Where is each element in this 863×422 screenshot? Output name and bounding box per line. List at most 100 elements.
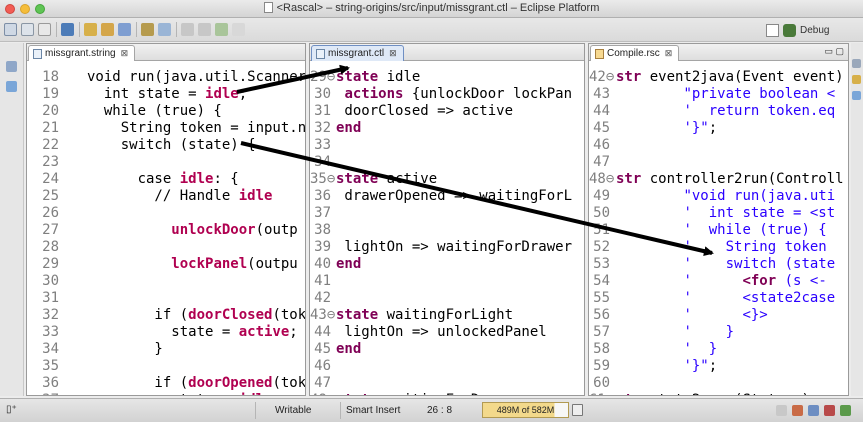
code-line[interactable]: 45 end	[310, 341, 361, 358]
code-line[interactable]: 60	[589, 375, 616, 392]
code-line[interactable]: 24 case idle: {	[27, 171, 239, 188]
code-line[interactable]: 20 while (true) {	[27, 103, 222, 120]
progress-icon[interactable]	[840, 405, 851, 416]
new-project-icon[interactable]	[61, 23, 74, 36]
code-line[interactable]: 44 lightOn => unlockedPanel	[310, 324, 547, 341]
code-line[interactable]: 46	[310, 358, 336, 375]
previous-annotation-icon[interactable]	[198, 23, 211, 36]
editor-compile-rsc[interactable]: Compile.rsc ⊠ ▭ ▢ 42⊖ str event2java(Even…	[588, 43, 849, 396]
save-icon[interactable]	[21, 23, 34, 36]
view-icon[interactable]	[852, 59, 861, 68]
code-line[interactable]: 21 String token = input.n	[27, 120, 305, 137]
rascal-view-icon[interactable]	[852, 75, 861, 84]
code-line[interactable]: 32 end	[310, 120, 361, 137]
code-line[interactable]: 54 ' <for (s <-	[589, 273, 827, 290]
code-line[interactable]: 55 ' <state2case	[589, 290, 835, 307]
code-line[interactable]: 36 if (doorOpened(tok	[27, 375, 305, 392]
mark-occurrences-icon[interactable]	[158, 23, 171, 36]
close-tab-icon[interactable]: ⊠	[121, 48, 129, 59]
code-line[interactable]: 40 end	[310, 256, 361, 273]
close-tab-icon[interactable]: ⊠	[665, 48, 673, 59]
forward-icon[interactable]	[232, 23, 245, 36]
code-line[interactable]: 30	[27, 273, 87, 290]
code-line[interactable]: 31	[27, 290, 87, 307]
new-icon[interactable]	[4, 23, 17, 36]
garbage-collect-icon[interactable]	[572, 404, 583, 416]
tab-missgrant-ctl[interactable]: missgrant.ctl ⊠	[311, 45, 404, 61]
tab-missgrant-string[interactable]: missgrant.string ⊠	[28, 45, 136, 61]
code-area[interactable]: 42⊖ str event2java(Event event) 43 "privat…	[589, 62, 848, 395]
code-line[interactable]: 18 void run(java.util.Scanner	[27, 69, 305, 86]
code-line[interactable]: 30 actions {unlockDoor lockPan	[310, 86, 572, 103]
code-line[interactable]: 52 ' String token	[589, 239, 827, 256]
code-line[interactable]: 23	[27, 154, 87, 171]
code-line[interactable]: 47	[589, 154, 616, 171]
editor-missgrant-ctl[interactable]: missgrant.ctl ⊠ 29⊖state idle 30 actions …	[309, 43, 585, 396]
code-line[interactable]: 37	[310, 205, 336, 222]
outline-icon[interactable]	[6, 81, 17, 92]
close-tab-icon[interactable]: ⊠	[389, 48, 397, 59]
code-line[interactable]: 41	[310, 273, 336, 290]
code-line[interactable]: 48⊖ str controller2run(Controll	[589, 171, 844, 188]
error-log-icon[interactable]	[824, 405, 835, 416]
code-line[interactable]: 26	[27, 205, 87, 222]
fast-view-icon[interactable]: ▯⁺	[6, 404, 17, 415]
problems-icon[interactable]	[776, 405, 787, 416]
tab-compile-rsc[interactable]: Compile.rsc ⊠	[590, 45, 680, 61]
task-list-icon[interactable]	[852, 91, 861, 100]
code-line[interactable]: 42	[310, 290, 336, 307]
code-line[interactable]: 25 // Handle idle	[27, 188, 272, 205]
code-area[interactable]: 18 void run(java.util.Scanner 19 int state…	[27, 62, 305, 395]
code-line[interactable]: 58 ' }	[589, 341, 717, 358]
code-line[interactable]: 50 ' int state = <st	[589, 205, 835, 222]
code-line[interactable]: 44 ' return token.eq	[589, 103, 835, 120]
code-line[interactable]: 19 int state = idle;	[27, 86, 247, 103]
code-line[interactable]: 32 if (doorClosed(tok	[27, 307, 305, 324]
next-annotation-icon[interactable]	[181, 23, 194, 36]
minimize-maximize-icon[interactable]: ▭ ▢	[824, 46, 844, 57]
open-type-icon[interactable]	[101, 23, 114, 36]
code-line[interactable]: 28	[27, 239, 87, 256]
print-icon[interactable]	[38, 23, 51, 36]
code-line[interactable]: 35	[27, 358, 87, 375]
code-line[interactable]: 34	[310, 154, 336, 171]
code-area[interactable]: 29⊖state idle 30 actions {unlockDoor lock…	[310, 62, 584, 395]
perspective-switcher[interactable]: Debug	[766, 21, 829, 39]
code-line[interactable]: 59 '}";	[589, 358, 717, 375]
package-explorer-icon[interactable]	[6, 61, 17, 72]
code-line[interactable]: 53 ' switch (state	[589, 256, 835, 273]
code-line[interactable]: 45 '}";	[589, 120, 717, 137]
code-line[interactable]: 33 state = active;	[27, 324, 298, 341]
pencil-icon[interactable]	[118, 23, 131, 36]
code-line[interactable]: 57 ' }	[589, 324, 734, 341]
code-line[interactable]: 33	[310, 137, 336, 154]
code-line[interactable]: 47	[310, 375, 336, 392]
code-line[interactable]: 48⊖state waitingForDrawer	[310, 392, 521, 395]
code-line[interactable]: 27 unlockDoor(outp	[27, 222, 298, 239]
code-line[interactable]: 31 doorClosed => active	[310, 103, 513, 120]
code-line[interactable]: 35⊖state active	[310, 171, 437, 188]
code-line[interactable]: 51 ' while (true) {	[589, 222, 827, 239]
back-icon[interactable]	[215, 23, 228, 36]
code-line[interactable]: 46	[589, 137, 616, 154]
code-line[interactable]: 29⊖state idle	[310, 69, 420, 86]
code-line[interactable]: 22 switch (state) {	[27, 137, 255, 154]
rascal-wand-icon[interactable]	[84, 23, 97, 36]
code-line[interactable]: 39 lightOn => waitingForDrawer	[310, 239, 572, 256]
code-line[interactable]: 37 state = idle;	[27, 392, 281, 395]
outline-view-icon[interactable]	[808, 405, 819, 416]
open-perspective-icon[interactable]	[766, 23, 779, 37]
code-line[interactable]: 38	[310, 222, 336, 239]
code-line[interactable]: 61⊖str state2case(State s) =	[589, 392, 827, 395]
editor-missgrant-string[interactable]: missgrant.string ⊠ 18 void run(java.util.…	[26, 43, 306, 396]
code-line[interactable]: 36 drawerOpened => waitingForL	[310, 188, 572, 205]
code-line[interactable]: 56 ' <}>	[589, 307, 768, 324]
annotation-icon[interactable]	[141, 23, 154, 36]
code-line[interactable]: 34 }	[27, 341, 163, 358]
code-line[interactable]: 42⊖ str event2java(Event event)	[589, 69, 844, 86]
console-icon[interactable]	[792, 405, 803, 416]
code-line[interactable]: 43⊖state waitingForLight	[310, 307, 513, 324]
code-line[interactable]: 43 "private boolean <	[589, 86, 835, 103]
code-line[interactable]: 49 "void run(java.uti	[589, 188, 835, 205]
code-line[interactable]: 29 lockPanel(outpu	[27, 256, 298, 273]
